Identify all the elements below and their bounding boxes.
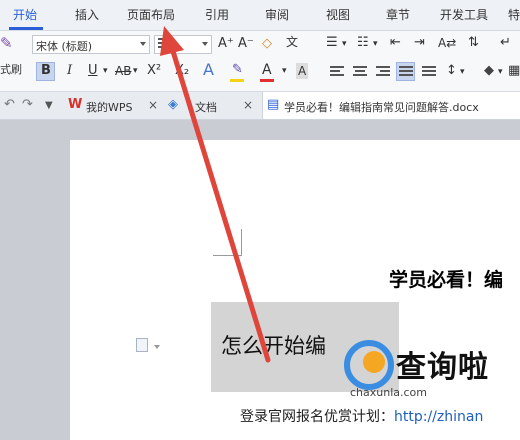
annotation-arrow-icon — [160, 26, 271, 363]
